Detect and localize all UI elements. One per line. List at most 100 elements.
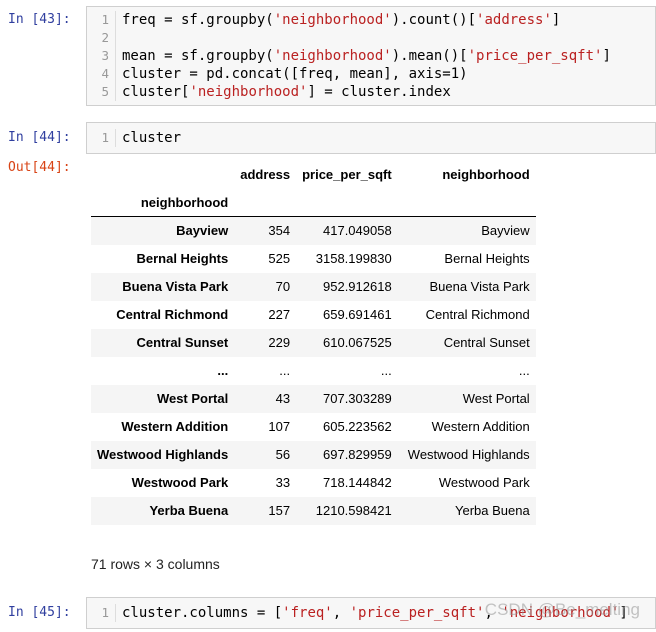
- table-row: Westwood Park 33 718.144842 Westwood Park: [91, 469, 536, 497]
- table-cell: ...: [518, 363, 530, 378]
- table-cell: 1210.598421: [315, 503, 392, 518]
- table-cell: Westwood Highlands: [407, 447, 530, 462]
- table-cell: 718.144842: [323, 475, 392, 490]
- table-cell: West Portal: [462, 391, 530, 406]
- string-literal: 'price_per_sqft': [467, 48, 603, 64]
- code-token: ] = cluster.index: [307, 84, 451, 100]
- code-line: cluster['neighborhood'] = cluster.index: [115, 83, 451, 101]
- code-line: [115, 29, 122, 47]
- table-cell: Western Addition: [431, 419, 530, 434]
- row-index: Bayview: [176, 223, 229, 239]
- row-index: Central Sunset: [136, 335, 229, 350]
- table-cell: Bernal Heights: [444, 251, 530, 266]
- table-cell: 33: [275, 475, 291, 490]
- cell-43-input[interactable]: 1 freq = sf.groupby('neighborhood').count…: [86, 6, 656, 106]
- table-cell: 417.049058: [323, 223, 392, 239]
- table-cell: ...: [279, 363, 291, 378]
- code-token: ).count()[: [391, 12, 477, 28]
- dataframe-table: address price_per_sqft neighborhood neig…: [91, 160, 536, 525]
- code-token: freq = sf.groupby(: [122, 12, 274, 28]
- string-literal: 'freq': [282, 605, 333, 621]
- table-cell: 56: [275, 447, 291, 462]
- cell-44-prompt: In [44]:: [8, 130, 71, 145]
- table-row: ............: [91, 357, 536, 385]
- table-cell: 70: [275, 279, 291, 294]
- table-row: Central Sunset 229 610.067525 Central Sunse…: [91, 328, 536, 357]
- line-number: 2: [101, 30, 109, 45]
- table-row: Westwood Highlands 56 697.829959 Westwood H…: [91, 440, 536, 469]
- line-number: 3: [101, 48, 109, 63]
- table-row: Buena Vista Park 70 952.912618 Buena Vista …: [91, 272, 536, 301]
- table-row: West Portal 43 707.303289 West Portal: [91, 384, 536, 413]
- string-literal: 'address': [476, 12, 552, 28]
- table-row: Yerba Buena 157 1210.598421 Yerba Buena: [91, 496, 536, 525]
- table-cell: 354: [268, 223, 291, 239]
- code-line: cluster = pd.concat([freq, mean], axis=1…: [115, 65, 468, 83]
- table-cell: 525: [268, 251, 291, 266]
- table-cell: 157: [268, 503, 291, 518]
- dataframe-shape: 71 rows × 3 columns: [91, 556, 220, 572]
- table-cell: 605.223562: [323, 419, 392, 434]
- table-cell: Central Richmond: [425, 307, 530, 322]
- code-token: ]: [602, 48, 611, 64]
- cell-45-prompt: In [45]:: [8, 605, 71, 620]
- index-name: neighborhood: [140, 194, 229, 210]
- string-literal: 'neighborhood': [273, 48, 392, 64]
- code-line: freq = sf.groupby('neighborhood').count(…: [115, 11, 560, 29]
- row-index: Bernal Heights: [136, 251, 229, 266]
- code-token: cluster[: [122, 84, 190, 100]
- row-index: ...: [217, 363, 229, 378]
- cell-44-input[interactable]: 1 cluster: [86, 122, 656, 154]
- code-token: ,: [332, 605, 350, 621]
- table-cell: 227: [268, 307, 291, 322]
- code-line-row: 5 cluster['neighborhood'] = cluster.index: [87, 83, 655, 101]
- table-row: Bernal Heights 525 3158.199830 Bernal Heigh…: [91, 245, 536, 273]
- index-name-row: neighborhood: [91, 188, 536, 217]
- code-token: ).mean()[: [391, 48, 468, 64]
- table-cell: Yerba Buena: [454, 503, 530, 518]
- row-index: Yerba Buena: [149, 503, 229, 518]
- line-number: 1: [101, 605, 109, 620]
- string-literal: 'neighborhood': [273, 12, 392, 28]
- table-row: Western Addition 107 605.223562 Western Add…: [91, 413, 536, 441]
- code-line-row: 4 cluster = pd.concat([freq, mean], axis=…: [87, 65, 655, 83]
- row-index: Western Addition: [121, 419, 229, 434]
- row-index: Westwood Highlands: [97, 447, 229, 462]
- code-token: mean = sf.groupby(: [122, 48, 274, 64]
- watermark: CSDN @Be_melting: [484, 600, 640, 619]
- code-token: cluster = pd.concat([freq, mean], axis=1…: [122, 66, 468, 82]
- table-cell: 43: [275, 391, 291, 406]
- table-cell: 107: [268, 419, 291, 434]
- column-header: price_per_sqft: [302, 166, 392, 182]
- cell-43-prompt: In [43]:: [8, 12, 71, 27]
- line-number: 5: [101, 84, 109, 99]
- cell-44-output-prompt: Out[44]:: [8, 160, 71, 175]
- code-line: cluster: [115, 129, 181, 147]
- code-line-row: 1 freq = sf.groupby('neighborhood').count…: [87, 11, 655, 29]
- table-cell: 707.303289: [323, 391, 392, 406]
- table-row: Bayview 354 417.049058 Bayview: [91, 216, 536, 245]
- table-cell: 3158.199830: [315, 251, 392, 266]
- row-index: Westwood Park: [131, 475, 229, 490]
- row-index: West Portal: [156, 391, 229, 406]
- line-number: 1: [101, 12, 109, 27]
- cell-44-output: address price_per_sqft neighborhood neig…: [86, 160, 656, 525]
- table-cell: 610.067525: [323, 335, 392, 350]
- table-cell: 229: [268, 335, 291, 350]
- line-number: 4: [101, 66, 109, 81]
- table-cell: Buena Vista Park: [429, 279, 530, 294]
- table-cell: Westwood Park: [438, 475, 530, 490]
- table-cell: ...: [380, 363, 392, 378]
- column-header: address: [240, 166, 291, 182]
- string-literal: 'price_per_sqft': [349, 605, 485, 621]
- table-cell: 659.691461: [323, 307, 392, 322]
- table-cell: Central Sunset: [443, 335, 530, 350]
- row-index: Central Richmond: [116, 307, 229, 322]
- column-header: neighborhood: [442, 166, 530, 182]
- table-cell: Bayview: [481, 223, 530, 239]
- row-index: Buena Vista Park: [122, 279, 229, 294]
- table-row: Central Richmond 227 659.691461 Central Ric…: [91, 301, 536, 329]
- code-line-row: 3 mean = sf.groupby('neighborhood').mean(…: [87, 47, 655, 65]
- code-token: ]: [551, 12, 561, 28]
- code-line-row: 2: [87, 29, 655, 47]
